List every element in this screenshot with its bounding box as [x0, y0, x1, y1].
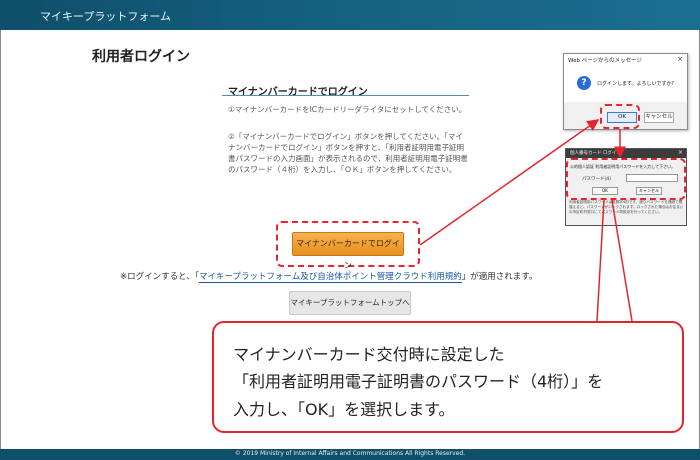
callout-leader-left: [596, 199, 605, 322]
site-footer: © 2019 Ministry of Internal Affairs and …: [0, 449, 700, 460]
callout-line-3: 入力し、「OK」を選択します。: [233, 400, 455, 419]
copyright-text: © 2019 Ministry of Internal Affairs and …: [234, 450, 466, 457]
arrow-to-ok: [419, 119, 600, 246]
instruction-callout: マイナンバーカード交付時に設定した 「利用者証明用電子証明書のパスワード（4桁）…: [212, 321, 684, 433]
callout-line-2: 「利用者証明用電子証明書のパスワード（4桁）」を: [233, 372, 604, 391]
callout-leader-right: [611, 199, 633, 322]
callout-line-1: マイナンバーカード交付時に設定した: [233, 345, 505, 364]
